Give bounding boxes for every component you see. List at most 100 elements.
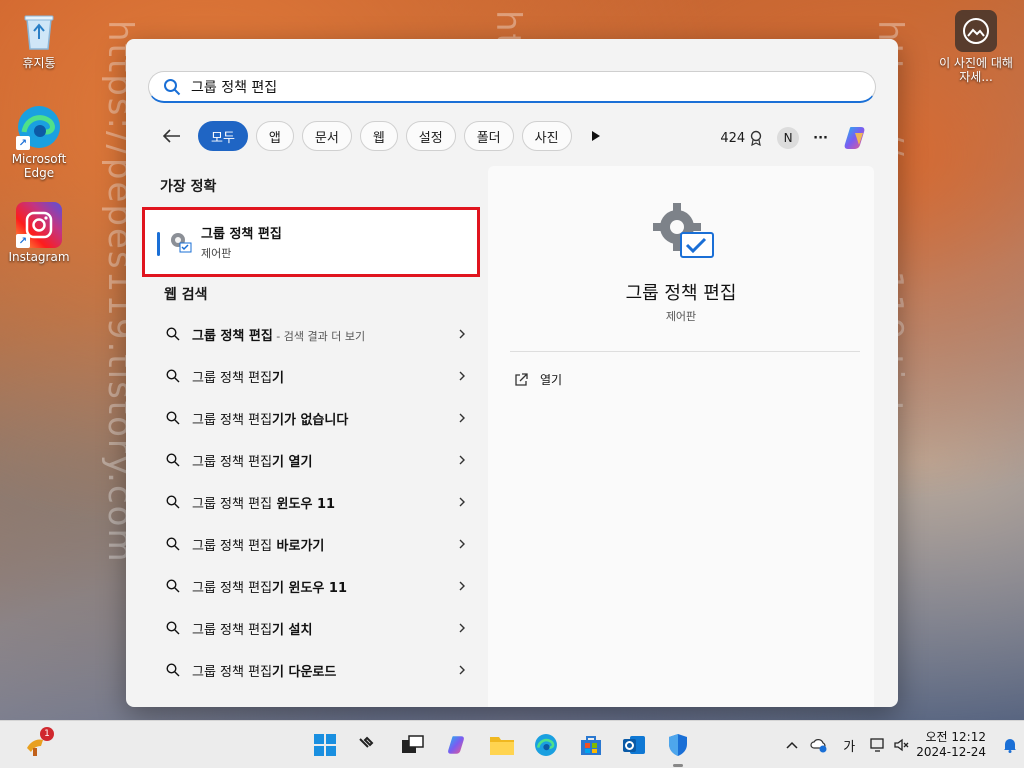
- search-icon: [166, 621, 180, 635]
- detail-title: 그룹 정책 편집: [625, 283, 737, 304]
- search-header-actions: 424 N ···: [720, 123, 872, 153]
- search-icon: [166, 411, 180, 425]
- chevron-right-icon: [459, 539, 465, 549]
- search-input[interactable]: 그룹 정책 편집: [148, 71, 876, 103]
- widgets-button[interactable]: 1: [20, 727, 54, 761]
- desktop-icon-label: 휴지통: [22, 56, 56, 70]
- web-result[interactable]: 그룹 정책 편집기: [142, 355, 480, 397]
- play-icon: [591, 131, 600, 141]
- cloud-sync-icon: [810, 739, 827, 753]
- best-match-title: 그룹 정책 편집: [201, 227, 282, 242]
- shield-icon: [669, 734, 687, 756]
- filter-web[interactable]: 웹: [359, 121, 398, 151]
- clock[interactable]: 오전 12:12 2024-12-24: [916, 730, 986, 760]
- folder-icon: [490, 737, 514, 755]
- open-action[interactable]: 열기: [514, 371, 562, 388]
- copilot-icon[interactable]: [842, 123, 872, 153]
- chevron-right-icon: [459, 665, 465, 675]
- show-hidden-icons-button[interactable]: [780, 741, 804, 749]
- rewards-points-value: 424: [720, 130, 746, 146]
- web-result[interactable]: 그룹 정책 편집기 설치: [142, 607, 480, 649]
- search-icon: [166, 369, 180, 383]
- best-match-item[interactable]: 그룹 정책 편집 제어판: [142, 207, 480, 277]
- start-search-panel: 그룹 정책 편집 모두 앱 문서 웹 설정 폴더 사진 424 N ··· 가장…: [126, 39, 898, 707]
- filter-photos[interactable]: 사진: [521, 121, 572, 151]
- chevron-right-icon: [459, 413, 465, 423]
- clock-time: 오전 12:12: [925, 730, 986, 744]
- back-button[interactable]: [160, 124, 184, 148]
- chevron-right-icon: [459, 497, 465, 507]
- about-this-picture-widget[interactable]: 이 사진에 대해 자세...: [936, 10, 1016, 84]
- web-result[interactable]: 그룹 정책 편집기 열기: [142, 439, 480, 481]
- filter-folders[interactable]: 폴더: [463, 121, 514, 151]
- search-icon: [166, 579, 180, 593]
- more-filters-button[interactable]: [584, 124, 608, 148]
- store-icon: [581, 736, 601, 755]
- best-match-heading: 가장 정확: [160, 179, 217, 195]
- taskbar: 1 가 오전 12:12 2024-12-24: [0, 720, 1024, 768]
- about-picture-label: 이 사진에 대해 자세...: [939, 56, 1013, 84]
- volume-muted-icon: [894, 738, 909, 752]
- task-view-icon: [402, 735, 424, 753]
- best-match-subtitle: 제어판: [201, 247, 232, 260]
- web-result[interactable]: 그룹 정책 편집 바로가기: [142, 523, 480, 565]
- detail-divider: [510, 351, 860, 352]
- search-icon: [164, 78, 181, 95]
- clock-date: 2024-12-24: [916, 745, 986, 759]
- shortcut-arrow-icon: ↗: [16, 136, 30, 150]
- web-result[interactable]: 그룹 정책 편집기 다운로드: [142, 649, 480, 691]
- edge-taskbar-button[interactable]: [530, 729, 562, 761]
- start-button[interactable]: [309, 729, 341, 761]
- filter-settings[interactable]: 설정: [405, 121, 456, 151]
- desktop-icon-label: Instagram: [8, 250, 70, 264]
- search-query: 그룹 정책 편집: [191, 79, 278, 96]
- web-result[interactable]: 그룹 정책 편집 - 검색 결과 더 보기: [142, 313, 480, 355]
- filter-documents[interactable]: 문서: [301, 121, 352, 151]
- recycle-bin-icon: [16, 8, 62, 54]
- desktop-icon-recycle-bin[interactable]: 휴지통: [6, 8, 72, 70]
- filter-all[interactable]: 모두: [198, 121, 248, 151]
- rewards-points[interactable]: 424: [720, 130, 763, 146]
- camera-info-icon: [955, 10, 997, 52]
- search-icon: [166, 495, 180, 509]
- file-explorer-button[interactable]: [486, 729, 518, 761]
- task-view-button[interactable]: [397, 729, 429, 761]
- detail-pane: 그룹 정책 편집 제어판 열기: [488, 166, 874, 707]
- open-action-label: 열기: [540, 373, 563, 387]
- windows-logo-icon: [314, 734, 336, 756]
- search-icon: [166, 663, 180, 677]
- notifications-button[interactable]: [996, 737, 1024, 753]
- search-icon: [166, 327, 180, 341]
- copilot-taskbar-button[interactable]: [442, 729, 474, 761]
- web-result[interactable]: 그룹 정책 편집 윈도우 11: [142, 481, 480, 523]
- defender-button[interactable]: [662, 729, 694, 767]
- edge-icon: ↗: [16, 104, 62, 150]
- onedrive-status-button[interactable]: [804, 737, 834, 753]
- hammer-icon: [359, 736, 374, 748]
- network-icon: [870, 738, 884, 752]
- group-policy-icon: [171, 233, 192, 253]
- notification-badge: 1: [40, 727, 54, 741]
- web-result[interactable]: 그룹 정책 편집기 윈도우 11: [142, 565, 480, 607]
- chevron-right-icon: [459, 329, 465, 339]
- chevron-right-icon: [459, 371, 465, 381]
- account-avatar[interactable]: N: [777, 127, 800, 149]
- web-result[interactable]: 그룹 정책 편집기가 없습니다: [142, 397, 480, 439]
- filter-apps[interactable]: 앱: [255, 121, 294, 151]
- instagram-icon: ↗: [16, 202, 62, 248]
- search-taskbar-button[interactable]: [350, 729, 382, 761]
- chevron-up-icon: [786, 741, 798, 749]
- bell-icon: [1004, 739, 1016, 753]
- more-options-button[interactable]: ···: [813, 131, 828, 146]
- desktop-icon-instagram[interactable]: ↗ Instagram: [6, 202, 72, 264]
- system-tray: 가 오전 12:12 2024-12-24: [780, 721, 1024, 768]
- quick-settings-button[interactable]: [864, 737, 916, 753]
- store-button[interactable]: [575, 729, 607, 761]
- search-icon: [166, 453, 180, 467]
- group-policy-large-icon: [653, 203, 714, 258]
- ime-indicator[interactable]: 가: [834, 736, 864, 755]
- outlook-icon: [623, 736, 645, 754]
- outlook-button[interactable]: [618, 729, 650, 761]
- desktop-icon-edge[interactable]: ↗ Microsoft Edge: [6, 104, 72, 180]
- arrow-left-icon: [163, 129, 180, 143]
